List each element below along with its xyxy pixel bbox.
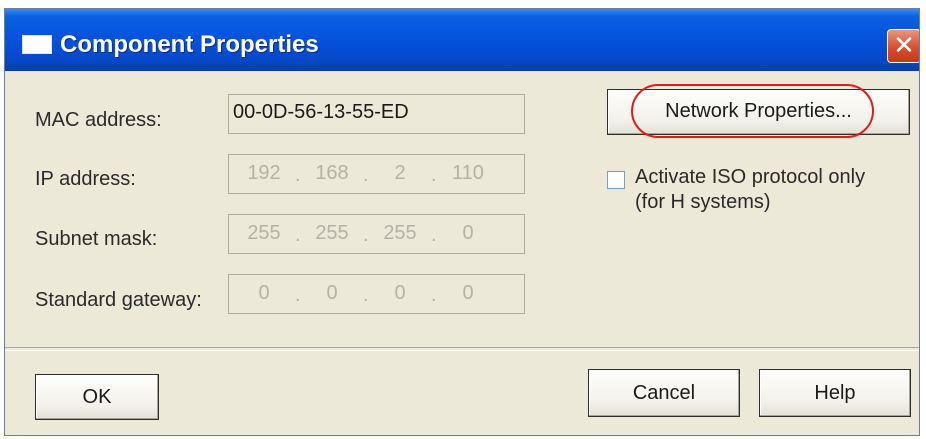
close-button[interactable]: ✕ [887,29,919,63]
subnet-octet-3[interactable]: 255 [375,215,425,253]
standard-gateway-field[interactable]: 0 . 0 . 0 . 0 [228,274,525,314]
ip-octet-3[interactable]: 2 [375,155,425,193]
gateway-dot: . [363,284,369,306]
highlight-annotation [631,84,874,138]
ip-octet-1[interactable]: 192 [239,155,289,193]
gateway-dot: . [295,284,301,306]
gateway-octet-4[interactable]: 0 [443,275,493,313]
subnet-mask-field[interactable]: 255 . 255 . 255 . 0 [228,214,525,254]
mac-address-field: 00-0D-56-13-55-ED [228,94,525,134]
iso-protocol-checkbox[interactable] [607,171,625,189]
ok-button[interactable]: OK [35,374,159,420]
standard-gateway-label: Standard gateway: [35,289,202,311]
ip-dot: . [431,164,437,186]
ip-octet-2[interactable]: 168 [307,155,357,193]
subnet-octet-1[interactable]: 255 [239,215,289,253]
subnet-dot: . [431,224,437,246]
window-title: Component Properties [60,31,319,58]
cancel-button[interactable]: Cancel [588,369,740,417]
subnet-dot: . [363,224,369,246]
subnet-mask-label: Subnet mask: [35,228,158,250]
iso-protocol-label: Activate ISO protocol only [635,166,866,188]
subnet-dot: . [295,224,301,246]
window-icon [22,35,52,54]
ip-dot: . [295,164,301,186]
ip-octet-4[interactable]: 110 [443,155,493,193]
iso-protocol-sublabel: (for H systems) [635,191,771,213]
title-bar[interactable]: Component Properties ✕ [5,9,919,71]
mac-address-label: MAC address: [35,109,162,131]
ip-address-field[interactable]: 192 . 168 . 2 . 110 [228,154,525,194]
close-icon: ✕ [893,30,915,60]
gateway-octet-3[interactable]: 0 [375,275,425,313]
help-button[interactable]: Help [759,369,911,417]
gateway-octet-1[interactable]: 0 [239,275,289,313]
gateway-octet-2[interactable]: 0 [307,275,357,313]
component-properties-dialog: Component Properties ✕ MAC address: 00-0… [4,8,920,436]
separator-line [5,347,919,351]
subnet-octet-4[interactable]: 0 [443,215,493,253]
subnet-octet-2[interactable]: 255 [307,215,357,253]
gateway-dot: . [431,284,437,306]
ip-address-label: IP address: [35,168,136,190]
ip-dot: . [363,164,369,186]
